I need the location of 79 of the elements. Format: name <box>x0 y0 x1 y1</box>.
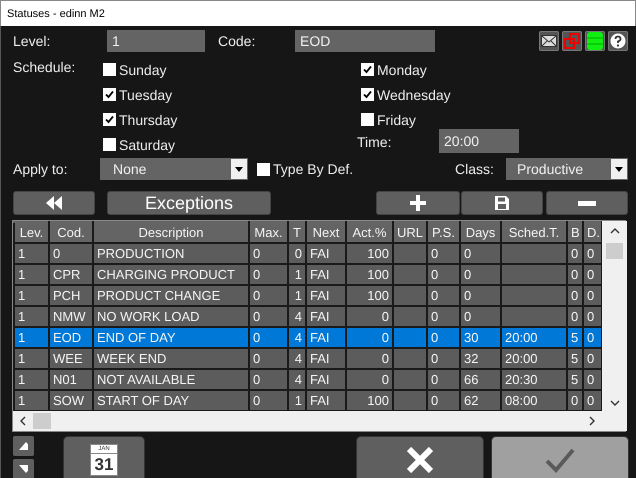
code-label: Code: <box>218 32 256 51</box>
checkbox[interactable] <box>361 113 374 126</box>
checkbox[interactable] <box>257 162 270 176</box>
caret-icon <box>235 166 243 172</box>
column-header[interactable]: URL <box>393 222 427 243</box>
calendar-day: 31 <box>94 454 114 476</box>
table-row[interactable]: 1 N01 NOT AVAILABLE 0 4 FAI 0 0 66 20:30 5 0 <box>14 369 602 390</box>
table-row[interactable]: 1 0 PRODUCTION 0 0 FAI 100 0 0 0 0 <box>14 243 602 264</box>
checkbox[interactable] <box>103 138 116 151</box>
column-header[interactable]: Days <box>460 222 501 243</box>
table-row[interactable]: 1 EOD END OF DAY 0 4 FAI 0 0 30 20:00 5 0 <box>14 327 602 348</box>
exceptions-button[interactable]: Exceptions <box>107 191 271 215</box>
level-label: Level: <box>13 32 52 51</box>
minus-icon <box>578 200 596 206</box>
move-down-button[interactable] <box>13 459 34 478</box>
column-header[interactable]: D. <box>583 222 602 243</box>
column-header[interactable]: Act.% <box>346 222 393 243</box>
plus-icon <box>410 195 426 211</box>
class-label: Class: <box>455 160 495 179</box>
close-icon <box>406 446 434 474</box>
day-label: Tuesday <box>119 86 172 104</box>
table-row[interactable]: 1 WEE WEEK END 0 4 FAI 0 0 32 20:00 5 0 <box>14 348 602 369</box>
save-button[interactable] <box>461 191 543 215</box>
rewind-icon <box>46 196 62 210</box>
day-label: Sunday <box>119 60 166 80</box>
day-label: Monday <box>377 60 427 80</box>
code-field[interactable]: EOD <box>295 30 435 52</box>
scroll-thumb[interactable] <box>33 413 51 429</box>
table-row[interactable]: 1 NMW NO WORK LOAD 0 4 FAI 0 0 0 0 0 <box>14 306 602 327</box>
checkbox[interactable] <box>103 63 116 76</box>
time-label: Time: <box>357 133 392 152</box>
column-header[interactable]: T <box>288 222 306 243</box>
scroll-up-icon[interactable] <box>610 227 620 235</box>
day-label: Wednesday <box>377 86 451 104</box>
time-field[interactable]: 20:00 <box>439 129 519 153</box>
checkbox[interactable] <box>361 63 374 76</box>
checkbox[interactable] <box>361 88 374 101</box>
move-up-button[interactable] <box>13 436 34 456</box>
checkbox[interactable] <box>103 113 116 126</box>
scroll-left-icon[interactable] <box>19 416 27 426</box>
vertical-scrollbar[interactable] <box>602 221 627 411</box>
column-header[interactable]: Description <box>93 222 249 243</box>
column-header[interactable]: Next <box>306 222 346 243</box>
day-label: Saturday <box>119 136 176 154</box>
up-triangle-icon <box>19 442 28 450</box>
level-field[interactable]: 1 <box>107 30 205 52</box>
table-row[interactable]: 1 SOW START OF DAY 0 1 FAI 100 0 62 08:00 0 0 <box>14 390 602 411</box>
cancel-button[interactable] <box>356 436 484 478</box>
type-by-def-label: Type By Def. <box>273 160 354 179</box>
checkmark-icon <box>545 447 575 473</box>
down-triangle-icon <box>19 465 28 473</box>
horizontal-scrollbar[interactable] <box>13 411 602 431</box>
apply-to-label: Apply to: <box>13 160 68 179</box>
caret-icon <box>615 166 623 172</box>
column-header[interactable]: Lev. <box>14 222 49 243</box>
column-header[interactable]: B <box>567 222 583 243</box>
add-button[interactable] <box>376 191 460 215</box>
scroll-down-icon[interactable] <box>610 399 620 407</box>
column-header[interactable]: Cod. <box>49 222 93 243</box>
scroll-thumb[interactable] <box>606 243 623 259</box>
schedule-label: Schedule: <box>13 58 76 77</box>
apply-to-dropdown[interactable]: None <box>100 158 248 180</box>
remove-button[interactable] <box>546 191 628 215</box>
table-row[interactable]: 1 PCH PRODUCT CHANGE 0 1 FAI 100 0 0 0 0 <box>14 285 602 306</box>
column-header[interactable]: Sched.T. <box>501 222 567 243</box>
help-icon[interactable] <box>608 31 628 51</box>
scroll-right-icon[interactable] <box>588 416 596 426</box>
table-row[interactable]: 1 CPR CHARGING PRODUCT 0 1 FAI 100 0 0 0 0 <box>14 264 602 285</box>
day-label: Thursday <box>119 110 178 130</box>
column-header[interactable]: P.S. <box>427 222 460 243</box>
mail-icon[interactable] <box>539 31 559 51</box>
checkbox[interactable] <box>103 88 116 101</box>
database-icon[interactable] <box>585 31 605 51</box>
day-label: Friday <box>377 110 416 130</box>
window-title: Statuses - edinn M2 <box>0 0 636 26</box>
column-header[interactable]: Max. <box>249 222 288 243</box>
save-icon <box>495 196 509 210</box>
back-button[interactable] <box>13 191 95 215</box>
class-dropdown[interactable]: Productive <box>506 158 628 180</box>
